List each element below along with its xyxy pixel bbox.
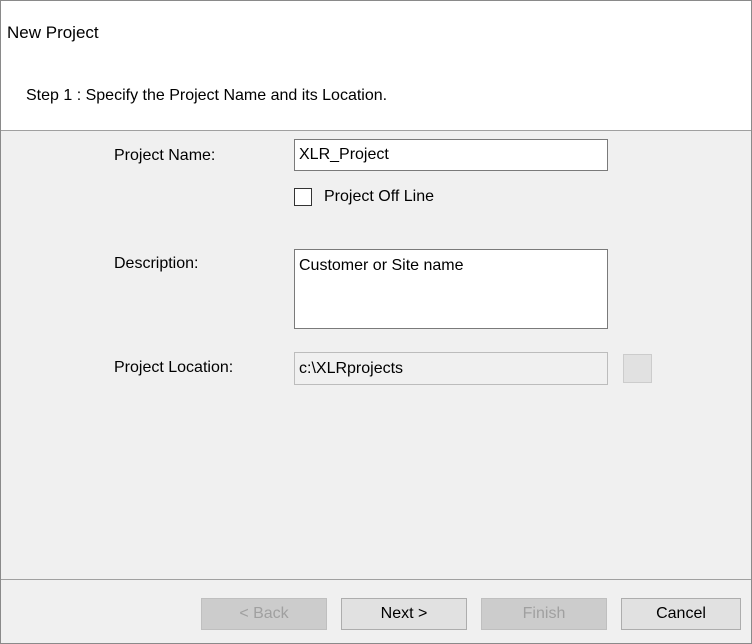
finish-button[interactable]: Finish <box>481 598 607 630</box>
project-offline-option[interactable]: Project Off Line <box>294 187 434 207</box>
dialog-title: New Project <box>7 23 99 42</box>
step-description: Step 1 : Specify the Project Name and it… <box>26 87 388 104</box>
cancel-button[interactable]: Cancel <box>621 598 741 630</box>
project-offline-label: Project Off Line <box>324 188 434 205</box>
description-input[interactable]: Customer or Site name <box>294 249 608 329</box>
project-location-label: Project Location: <box>114 359 234 376</box>
description-label: Description: <box>114 255 199 272</box>
next-button[interactable]: Next > <box>341 598 467 630</box>
project-location-input[interactable] <box>294 352 608 385</box>
project-name-label: Project Name: <box>114 147 216 164</box>
project-name-input[interactable] <box>294 139 608 171</box>
browse-location-button[interactable] <box>623 354 652 383</box>
project-offline-checkbox[interactable] <box>294 188 312 206</box>
back-button[interactable]: < Back <box>201 598 327 630</box>
dialog-header: New Project Step 1 : Specify the Project… <box>1 1 751 130</box>
new-project-dialog: New Project Step 1 : Specify the Project… <box>0 0 752 644</box>
